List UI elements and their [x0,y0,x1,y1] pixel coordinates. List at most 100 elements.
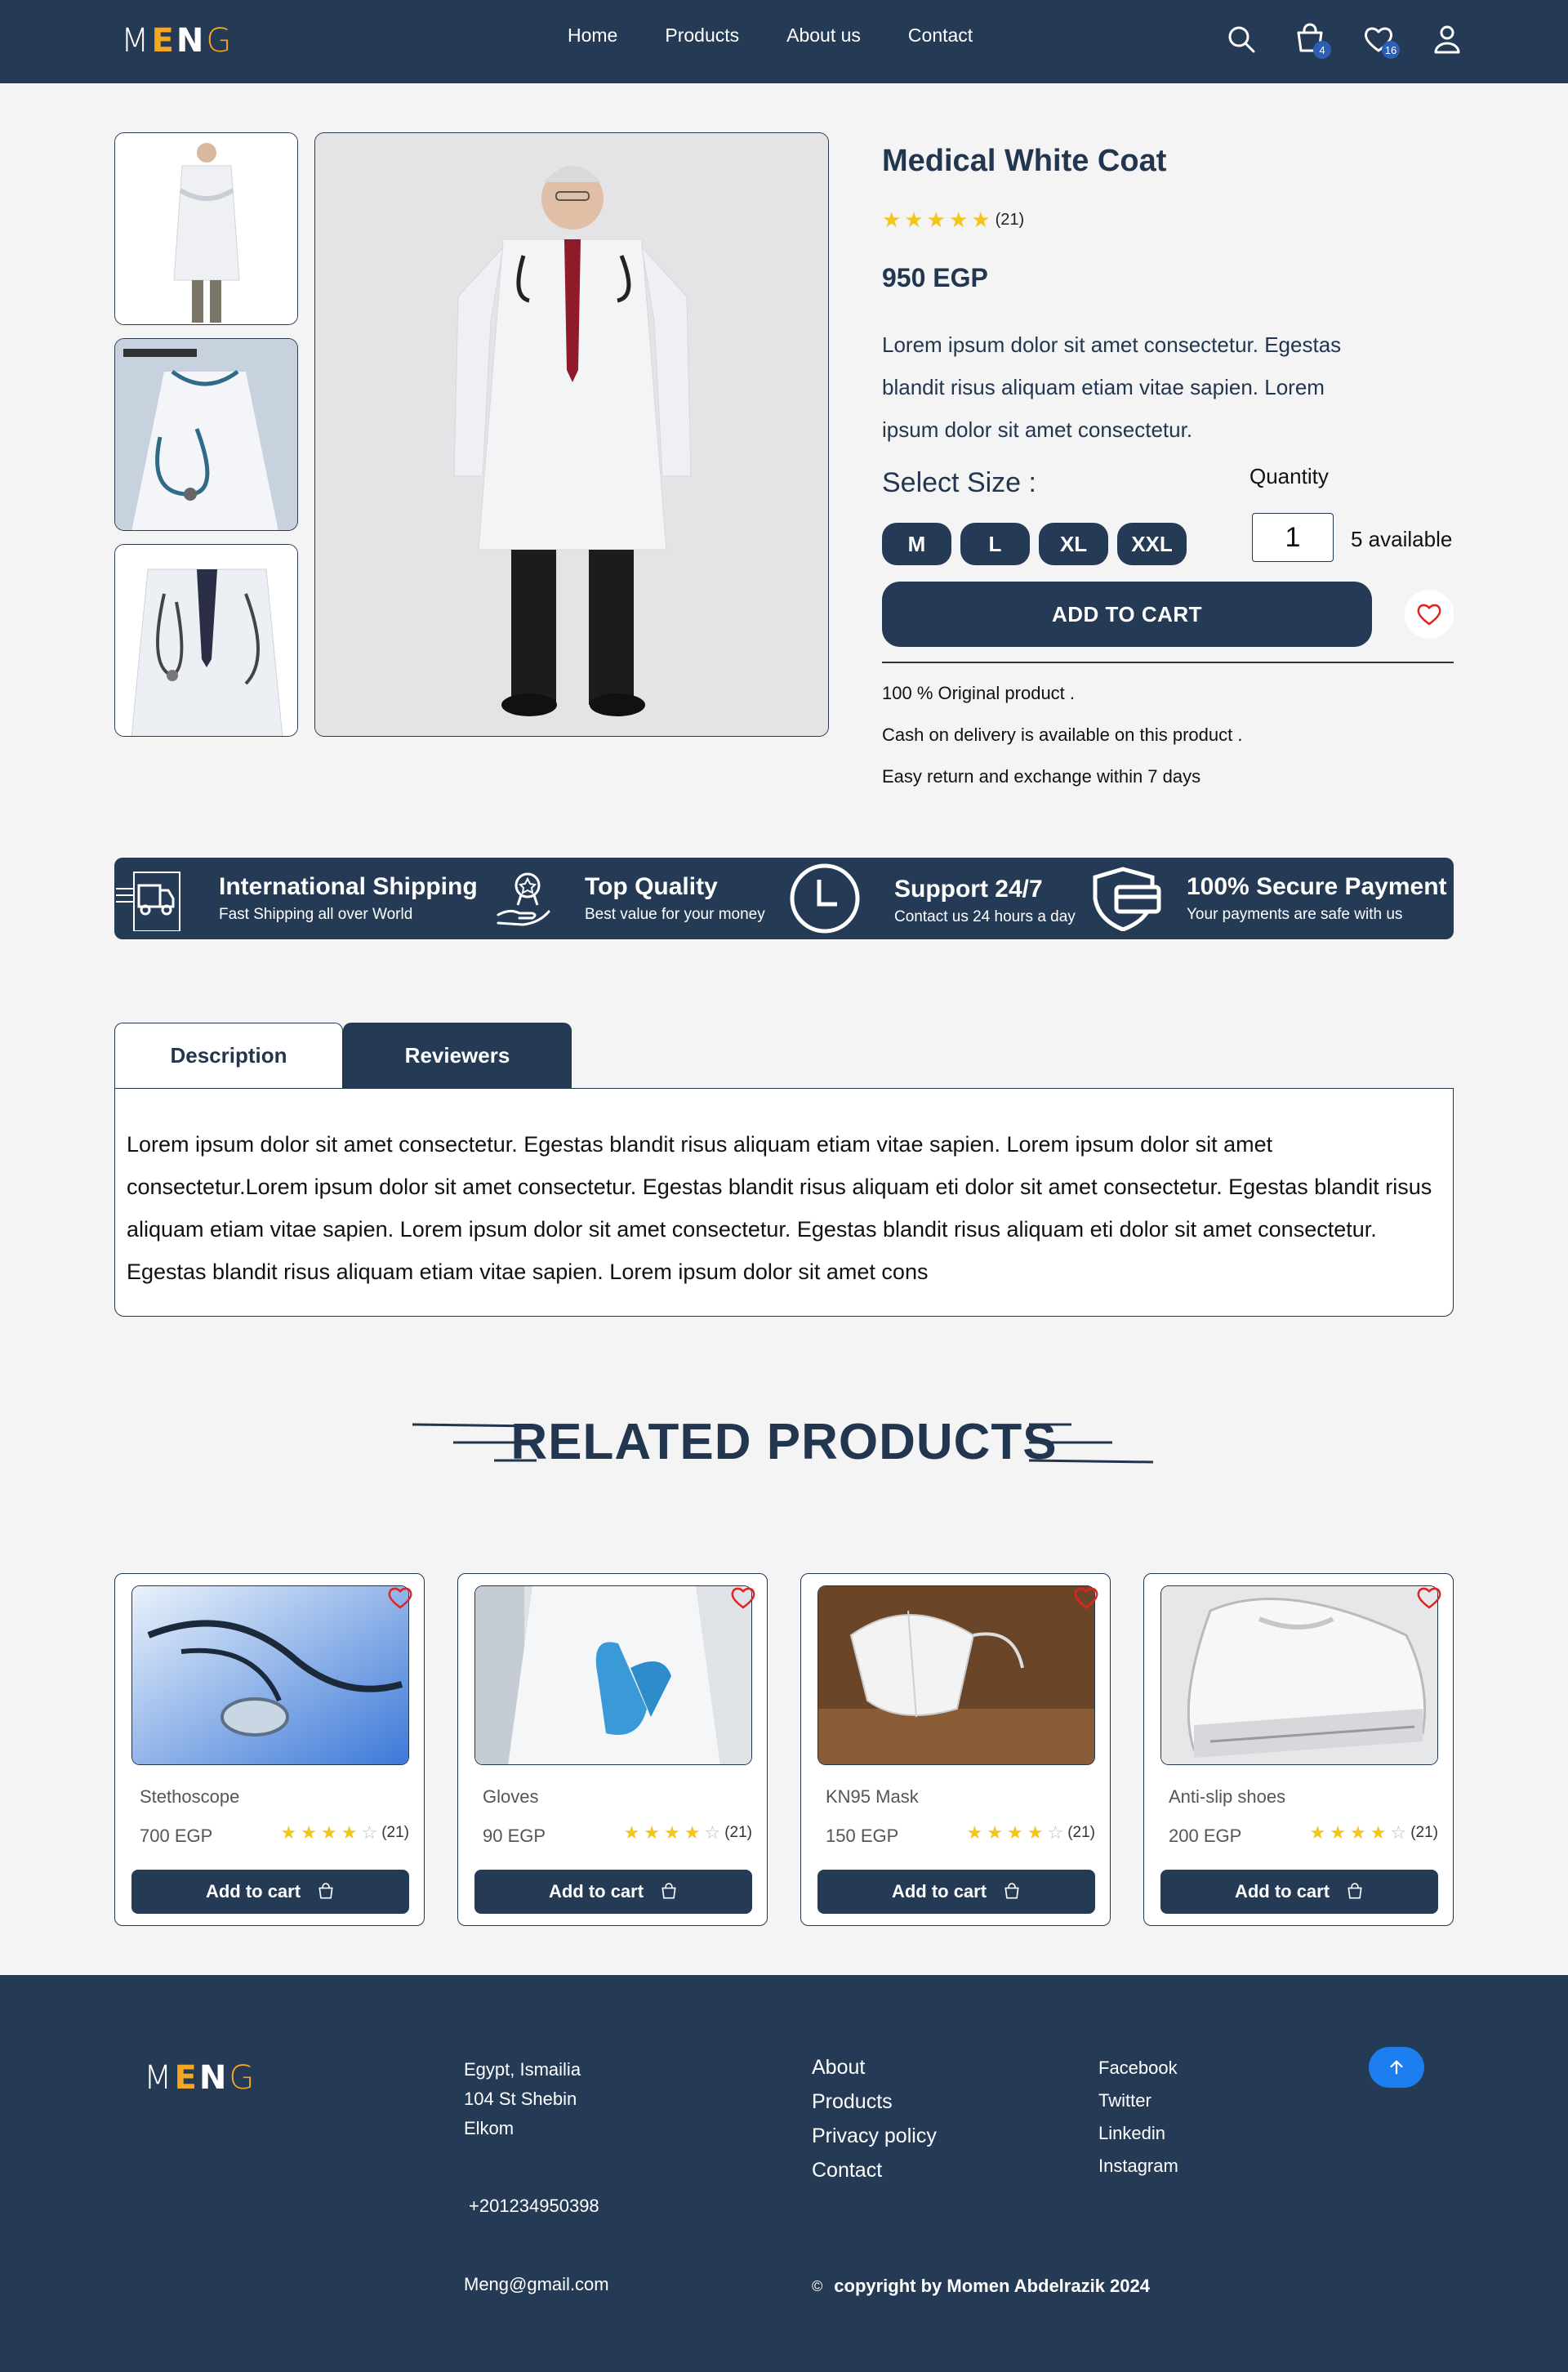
heart-icon[interactable]: 16 [1362,23,1400,59]
service-support: Support 24/7 Contact us 24 hours a day [788,863,1076,935]
rating-stars: ★ ★ ★ ★ ★ [882,209,991,230]
service-quality: Top Quality Best value for your money [490,866,765,931]
nav-link-products[interactable]: Products [665,25,739,47]
product-rating: ★ ★ ★ ★ ★ (21) [882,209,1024,230]
product-price: 700 EGP [140,1826,213,1846]
feature-original: 100 % Original product . [882,683,1076,703]
cart-count-badge: 4 [1313,41,1331,59]
nav-link-contact[interactable]: Contact [908,25,973,47]
nav-link-home[interactable]: Home [568,25,617,47]
product-features: 100 % Original product . Cash on deliver… [882,683,1242,808]
star-outline-icon: ☆ [1390,1822,1407,1843]
product-card-kn95-mask[interactable]: KN95 Mask 150 EGP ★ ★ ★ ★ ☆ (21) Add to cart [800,1573,1111,1926]
service-subtitle: Fast Shipping all over World [219,906,413,923]
product-name: Gloves [483,1786,539,1807]
product-rating: ★ ★ ★ ★ ☆ (21) [967,1824,1095,1842]
info-divider [882,662,1454,663]
thumbnail-coat-tie[interactable] [114,544,298,737]
footer-link-privacy[interactable]: Privacy policy [812,2119,937,2153]
star-icon: ★ [644,1822,660,1843]
heart-icon[interactable] [729,1584,757,1612]
star-icon: ★ [948,207,969,232]
size-label: Select Size : [882,467,1036,498]
service-subtitle: Your payments are safe with us [1187,906,1403,923]
product-name: Anti-slip shoes [1169,1786,1286,1807]
address-line: Elkom [464,2118,514,2138]
social-link-linkedin[interactable]: Linkedin [1098,2117,1178,2150]
logo-letter-e: E [174,2059,197,2097]
logo-letter-m: M [144,2059,172,2097]
product-card-gloves[interactable]: Gloves 90 EGP ★ ★ ★ ★ ☆ (21) Add to cart [457,1573,768,1926]
product-price: 950 EGP [882,263,988,292]
description-panel: Lorem ipsum dolor sit amet consectetur. … [114,1088,1454,1317]
add-to-cart-label: Add to cart [891,1881,987,1902]
doctor-coat-image [315,133,828,736]
cart-icon [1348,1883,1362,1899]
clock-icon [790,863,860,934]
cart-icon[interactable]: 4 [1294,23,1331,59]
service-payment: 100% Secure Payment Your payments are sa… [1090,866,1447,931]
nav-link-about[interactable]: About us [786,25,861,47]
size-button-xxl[interactable]: XXL [1117,523,1187,565]
heart-icon [1417,604,1441,626]
nav-icons: 4 16 [1225,23,1463,59]
size-button-m[interactable]: M [882,523,951,565]
product-name: KN95 Mask [826,1786,919,1807]
copyright-text: copyright by Momen Abdelrazik 2024 [834,2276,1150,2296]
star-icon: ★ [301,1822,317,1843]
size-button-l[interactable]: L [960,523,1030,565]
footer-email[interactable]: Meng@gmail.com [464,2274,609,2295]
product-title: Medical White Coat [882,144,1167,178]
heart-icon[interactable] [386,1584,414,1612]
product-rating: ★ ★ ★ ★ ☆ (21) [1310,1824,1438,1842]
tab-reviewers[interactable]: Reviewers [343,1023,572,1088]
star-icon: ★ [1309,1822,1326,1843]
product-image [817,1585,1095,1765]
footer-links: About Products Privacy policy Contact [812,2050,937,2187]
coat-tie-image [115,545,297,736]
product-price: 150 EGP [826,1826,899,1846]
brand-logo[interactable]: M E N G [121,25,231,57]
product-image [474,1585,752,1765]
footer-link-about[interactable]: About [812,2050,937,2084]
wishlist-button[interactable] [1405,590,1454,639]
user-icon[interactable] [1431,23,1463,56]
star-icon: ★ [684,1822,701,1843]
add-to-cart-button[interactable]: Add to cart [474,1870,752,1914]
social-link-instagram[interactable]: Instagram [1098,2150,1178,2183]
rating-count: (21) [1067,1824,1095,1841]
product-card-stethoscope[interactable]: Stethoscope 700 EGP ★ ★ ★ ★ ☆ (21) Add to ca… [114,1573,425,1926]
quantity-input[interactable] [1252,513,1334,562]
stock-available: 5 available [1351,527,1453,551]
logo-letter-e: E [151,22,174,60]
add-to-cart-button[interactable]: Add to cart [1160,1870,1438,1914]
add-to-cart-button[interactable]: Add to cart [817,1870,1095,1914]
add-to-cart-button[interactable]: ADD TO CART [882,582,1372,647]
star-icon: ★ [987,1822,1003,1843]
feature-return: Easy return and exchange within 7 days [882,766,1201,787]
star-outline-icon: ☆ [1047,1822,1064,1843]
footer-link-products[interactable]: Products [812,2084,937,2119]
tab-description[interactable]: Description [114,1023,343,1088]
gloves-image [475,1586,751,1764]
heart-icon[interactable] [1072,1584,1100,1612]
star-icon: ★ [280,1822,297,1843]
service-title: 100% Secure Payment [1187,873,1447,900]
product-card-anti-slip-shoes[interactable]: Anti-slip shoes 200 EGP ★ ★ ★ ★ ☆ (21) Add t… [1143,1573,1454,1926]
arrow-up-icon [1390,2060,1403,2075]
heart-icon[interactable] [1415,1584,1443,1612]
footer-phone[interactable]: +201234950398 [469,2196,599,2217]
title-decoration-right [1029,1423,1154,1464]
footer-logo[interactable]: M E N G [144,2062,254,2094]
footer-social: Facebook Twitter Linkedin Instagram [1098,2052,1178,2183]
address-line: Egypt, Ismailia [464,2059,581,2080]
social-link-facebook[interactable]: Facebook [1098,2052,1178,2084]
scroll-to-top-button[interactable] [1369,2047,1424,2088]
search-icon[interactable] [1225,23,1258,56]
thumbnail-coat-front[interactable] [114,132,298,325]
add-to-cart-button[interactable]: Add to cart [131,1870,409,1914]
size-button-xl[interactable]: XL [1039,523,1108,565]
thumbnail-coat-hanger[interactable] [114,338,298,531]
social-link-twitter[interactable]: Twitter [1098,2084,1178,2117]
footer-link-contact[interactable]: Contact [812,2153,937,2187]
